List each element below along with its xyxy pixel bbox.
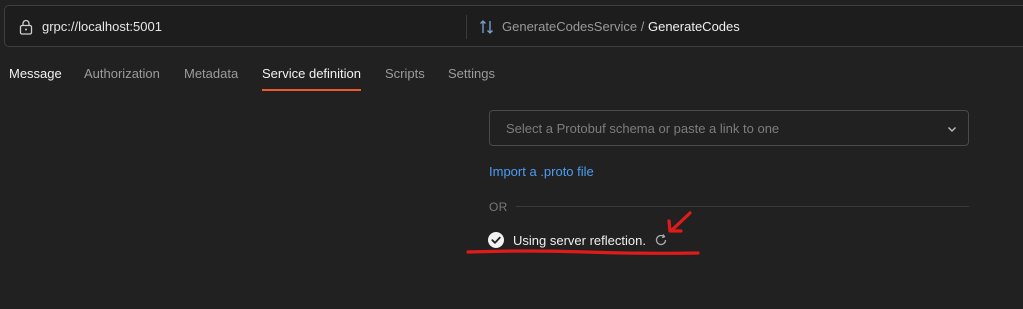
lock-icon bbox=[19, 19, 33, 35]
annotation-arrow bbox=[667, 211, 692, 233]
active-tab-indicator bbox=[262, 89, 361, 91]
or-separator-line bbox=[516, 206, 969, 207]
check-circle-icon bbox=[488, 232, 504, 248]
reflection-status-text: Using server reflection. bbox=[513, 233, 646, 248]
url-input[interactable]: grpc://localhost:5001 bbox=[42, 19, 162, 34]
address-bar[interactable]: grpc://localhost:5001 GenerateCodesServi… bbox=[4, 5, 1023, 47]
path-separator: / bbox=[637, 19, 648, 34]
tab-settings[interactable]: Settings bbox=[448, 62, 495, 90]
annotation-underline bbox=[466, 249, 700, 255]
sort-arrows-icon[interactable] bbox=[479, 19, 494, 35]
or-separator-label: OR bbox=[489, 200, 508, 214]
tab-scripts[interactable]: Scripts bbox=[385, 62, 425, 90]
tab-authorization[interactable]: Authorization bbox=[84, 62, 160, 90]
method-name: GenerateCodes bbox=[647, 19, 740, 34]
tab-metadata[interactable]: Metadata bbox=[184, 62, 238, 90]
method-selector[interactable]: GenerateCodesService / GenerateCodes bbox=[502, 19, 740, 34]
service-name: GenerateCodesService bbox=[502, 19, 638, 34]
import-proto-link[interactable]: Import a .proto file bbox=[489, 164, 594, 179]
address-bar-divider bbox=[466, 15, 467, 39]
tab-service-definition[interactable]: Service definition bbox=[262, 62, 361, 90]
tab-message[interactable]: Message bbox=[9, 62, 62, 90]
schema-select[interactable]: Select a Protobuf schema or paste a link… bbox=[489, 110, 969, 146]
chevron-down-icon bbox=[948, 127, 956, 132]
schema-select-placeholder: Select a Protobuf schema or paste a link… bbox=[506, 121, 780, 136]
